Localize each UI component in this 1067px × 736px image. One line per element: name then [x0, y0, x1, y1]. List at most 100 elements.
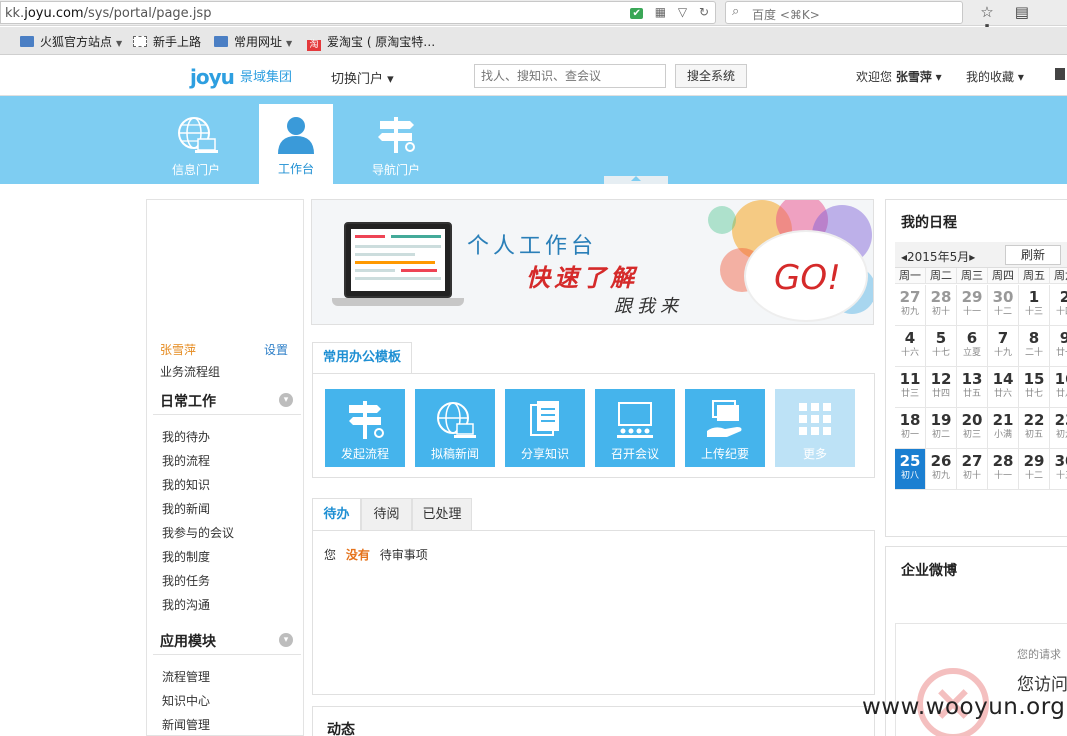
bookmark-folder-common[interactable]: 常用网址 ▼	[214, 33, 292, 50]
portal-header: joyu 景域集团 切换门户 ▾ 搜全系统 欢迎您 张雪萍 ▾ 我的收藏 ▾	[0, 56, 1067, 96]
sidebar-item-my-policies[interactable]: 我的制度	[162, 548, 210, 565]
tab-processed[interactable]: 已处理	[412, 498, 472, 531]
calendar-lunar-date: 初十	[931, 307, 950, 317]
sidebar-item-workflow-management[interactable]: 流程管理	[162, 668, 210, 685]
sidebar-item-my-todo[interactable]: 我的待办	[162, 428, 210, 445]
banner-go[interactable]: GO!	[774, 258, 841, 298]
portal-search-input[interactable]	[475, 65, 665, 87]
calendar-refresh-button[interactable]: 刷新	[1005, 245, 1061, 265]
browser-toolbar: kk.joyu.com/sys/portal/page.jsp ✔ ▦ ▽ ↻ …	[0, 0, 1067, 39]
calendar-lunar-date: 十六	[900, 348, 919, 358]
calendar-day[interactable]: 30十三	[1050, 449, 1067, 490]
bookmark-folder-firefox[interactable]: 火狐官方站点 ▼	[20, 33, 122, 50]
calendar-day[interactable]: 6 立夏	[957, 326, 988, 367]
sidebar-user-name[interactable]: 张雪萍	[160, 341, 196, 358]
tile-hold-meeting[interactable]: 召开会议	[595, 389, 675, 467]
calendar-lunar-date: 廿八	[1055, 389, 1067, 399]
document-icon[interactable]	[1055, 68, 1065, 80]
calendar-day[interactable]: 4 十六	[895, 326, 926, 367]
portal-nav-band: 信息门户 工作台 导航门户	[0, 96, 1067, 184]
tile-share-knowledge[interactable]: 分享知识	[505, 389, 585, 467]
calendar-day-number: 1	[1028, 288, 1040, 306]
calendar-day[interactable]: 23初六	[1050, 408, 1067, 449]
calendar-day[interactable]: 7 十九	[988, 326, 1019, 367]
calendar-day[interactable]: 14 廿六	[988, 367, 1019, 408]
calendar-day[interactable]: 28 十一	[988, 449, 1019, 490]
tab-to-read[interactable]: 待阅	[361, 498, 412, 531]
search-all-button[interactable]: 搜全系统	[675, 64, 747, 88]
calendar-lunar-date: 初八	[900, 471, 919, 481]
tile-label: 分享知识	[520, 447, 569, 461]
collapse-icon[interactable]: ▾	[279, 393, 293, 407]
calendar-day[interactable]: 19 初二	[926, 408, 957, 449]
nav-collapse-tab[interactable]	[604, 176, 668, 184]
qr-code-icon[interactable]: ▦	[655, 5, 666, 19]
settings-link[interactable]: 设置	[264, 341, 288, 358]
calendar-lunar-date: 初一	[900, 430, 919, 440]
calendar-day[interactable]: 27 初十	[957, 449, 988, 490]
nav-info-portal[interactable]: 信息门户	[159, 105, 233, 185]
calendar-lunar-date: 十三	[1024, 307, 1043, 317]
browser-search-field[interactable]: ⌕ 百度 <⌘K>	[725, 1, 963, 24]
tile-start-workflow[interactable]: 发起流程	[325, 389, 405, 467]
calendar-lunar-date: 十九	[993, 348, 1012, 358]
sidebar-item-my-tasks[interactable]: 我的任务	[162, 572, 210, 589]
sidebar-item-news-management[interactable]: 新闻管理	[162, 716, 210, 733]
calendar-day[interactable]: 27 初九	[895, 285, 926, 326]
grid-icon	[799, 403, 831, 435]
calendar-day[interactable]: 29 十一	[957, 285, 988, 326]
sidebar-item-my-news[interactable]: 我的新闻	[162, 500, 210, 517]
tab-todo[interactable]: 待办	[312, 498, 361, 532]
tile-draft-news[interactable]: 拟稿新闻	[415, 389, 495, 467]
nav-info-portal-label: 信息门户	[171, 163, 220, 177]
tab-common-templates[interactable]: 常用办公模板	[312, 342, 412, 374]
calendar-day-number: 7	[997, 329, 1009, 347]
calendar-day[interactable]: 26 初九	[926, 449, 957, 490]
calendar-month-nav[interactable]: ◂2015年5月▸	[901, 248, 975, 265]
workbench-banner[interactable]: 个人工作台 快速了解 跟我来 GO!	[311, 199, 874, 325]
tile-upload-minutes[interactable]: 上传纪要	[685, 389, 765, 467]
calendar-day[interactable]: 11 廿三	[895, 367, 926, 408]
nav-workbench[interactable]: 工作台	[259, 104, 333, 184]
welcome-user-menu[interactable]: 欢迎您 张雪萍 ▾	[856, 68, 942, 85]
calendar-day[interactable]: 9廿一	[1050, 326, 1067, 367]
reload-icon[interactable]: ↻	[699, 5, 709, 19]
star-bookmark-icon[interactable]: ☆	[972, 3, 1002, 21]
calendar-day[interactable]: 1 十三	[1019, 285, 1050, 326]
calendar-day[interactable]: 16廿八	[1050, 367, 1067, 408]
calendar-day[interactable]: 18 初一	[895, 408, 926, 449]
nav-navigation-portal[interactable]: 导航门户	[359, 105, 433, 185]
calendar-day[interactable]: 28 初十	[926, 285, 957, 326]
sidebar-item-my-knowledge[interactable]: 我的知识	[162, 476, 210, 493]
calendar-day[interactable]: 22 初五	[1019, 408, 1050, 449]
joyu-logo[interactable]: joyu	[190, 65, 235, 89]
calendar-day[interactable]: 30 十二	[988, 285, 1019, 326]
calendar-day[interactable]: 20 初三	[957, 408, 988, 449]
calendar-day[interactable]: 13 廿五	[957, 367, 988, 408]
calendar-day[interactable]: 15 廿七	[1019, 367, 1050, 408]
calendar-day[interactable]: 29 十二	[1019, 449, 1050, 490]
sidebar-item-my-communication[interactable]: 我的沟通	[162, 596, 210, 613]
calendar-day[interactable]: 5 十七	[926, 326, 957, 367]
sidebar-item-my-workflow[interactable]: 我的流程	[162, 452, 210, 469]
calendar-day-today[interactable]: 25 初八	[895, 449, 926, 490]
tile-more[interactable]: 更多	[775, 389, 855, 467]
url-field[interactable]: kk.joyu.com/sys/portal/page.jsp ✔ ▦ ▽ ↻	[0, 1, 716, 24]
bookmark-aitaobao[interactable]: 淘爱淘宝 ( 原淘宝特…	[307, 33, 435, 51]
collapse-icon[interactable]: ▾	[279, 633, 293, 647]
calendar-day-number: 25	[899, 452, 921, 470]
calendar-day[interactable]: 2十四	[1050, 285, 1067, 326]
switch-portal-menu[interactable]: 切换门户 ▾	[331, 68, 394, 87]
sidebar-item-knowledge-center[interactable]: 知识中心	[162, 692, 210, 709]
favorites-menu[interactable]: 我的收藏 ▾	[966, 68, 1024, 85]
calendar-day[interactable]: 21 小满	[988, 408, 1019, 449]
sidebar-item-my-meetings[interactable]: 我参与的会议	[162, 524, 234, 541]
laptop-illustration	[344, 222, 452, 298]
dropdown-arrow-icon[interactable]: ▽	[678, 5, 687, 19]
calendar-day[interactable]: 12 廿四	[926, 367, 957, 408]
calendar-lunar-date: 初十	[962, 471, 981, 481]
bookmark-getting-started[interactable]: 新手上路	[133, 33, 201, 50]
reading-list-icon[interactable]: ▤	[1007, 3, 1037, 21]
folder-icon	[214, 36, 228, 47]
calendar-day[interactable]: 8 二十	[1019, 326, 1050, 367]
